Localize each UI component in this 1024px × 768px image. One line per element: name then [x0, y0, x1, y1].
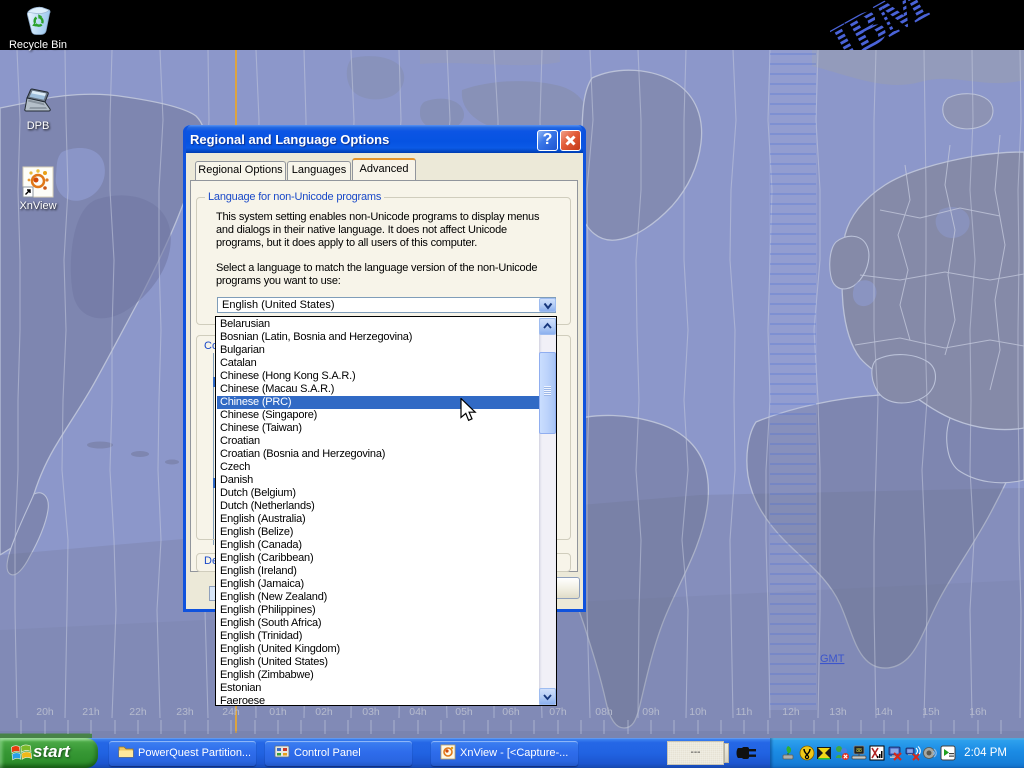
svg-text:12h: 12h [782, 706, 800, 718]
svg-text:11h: 11h [736, 706, 753, 718]
svg-text:22h: 22h [129, 706, 147, 718]
svg-text:GMT: GMT [820, 653, 845, 665]
svg-text:23h: 23h [176, 706, 194, 718]
svg-text:09h: 09h [642, 706, 660, 718]
svg-text:21h: 21h [82, 706, 100, 718]
svg-text:15h: 15h [922, 706, 940, 718]
svg-text:08h: 08h [595, 706, 613, 718]
svg-text:13h: 13h [829, 706, 847, 718]
svg-text:88: 88 [856, 748, 862, 754]
svg-text:07h: 07h [549, 706, 567, 718]
svg-text:14h: 14h [875, 706, 893, 718]
svg-text:10h: 10h [689, 706, 707, 718]
svg-text:16h: 16h [969, 706, 987, 718]
svg-text:20h: 20h [36, 706, 54, 718]
